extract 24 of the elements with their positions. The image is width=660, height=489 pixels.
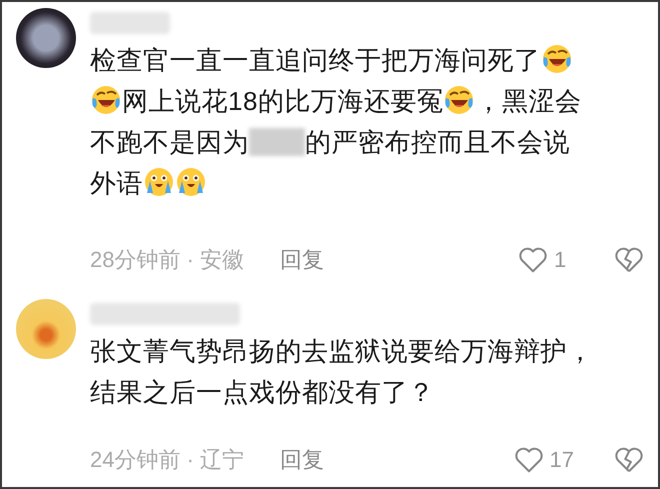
crying-emoji-icon <box>143 166 175 198</box>
broken-heart-icon[interactable] <box>614 246 644 274</box>
laughing-crying-emoji-icon <box>443 84 476 116</box>
laughing-crying-emoji-icon <box>540 43 572 75</box>
comment-text: 检查官一直一直追问终于把万海问死了 <box>90 45 540 75</box>
comment-text: 结果之后一点戏份都没有了？ <box>90 377 434 407</box>
heart-icon[interactable] <box>514 446 544 474</box>
comment-text: 张文菁气势昂扬的去监狱说要给万海辩护， <box>90 336 594 366</box>
like-count: 17 <box>550 447 574 473</box>
reply-link[interactable]: 回复 <box>280 245 324 275</box>
comment-text: 的严密布控而且不会说 <box>305 127 570 157</box>
laughing-crying-emoji-icon <box>90 84 122 116</box>
blurred-text <box>249 128 305 156</box>
reply-link[interactable]: 回复 <box>280 445 324 475</box>
comment-time-location: 28分钟前 · 安徽 <box>90 246 244 274</box>
heart-icon[interactable] <box>518 246 548 274</box>
comment-text: ，黑涩会 <box>475 86 582 116</box>
comment-text: 外语 <box>90 168 143 198</box>
comment-text: 不跑不是因为 <box>90 127 249 157</box>
crying-emoji-icon <box>175 166 207 198</box>
comment-time-location: 24分钟前 · 辽宁 <box>90 446 244 474</box>
broken-heart-icon[interactable] <box>614 446 644 474</box>
like-count: 1 <box>554 247 568 273</box>
comment-text: 网上说花18的比万海还要冤 <box>122 86 444 116</box>
